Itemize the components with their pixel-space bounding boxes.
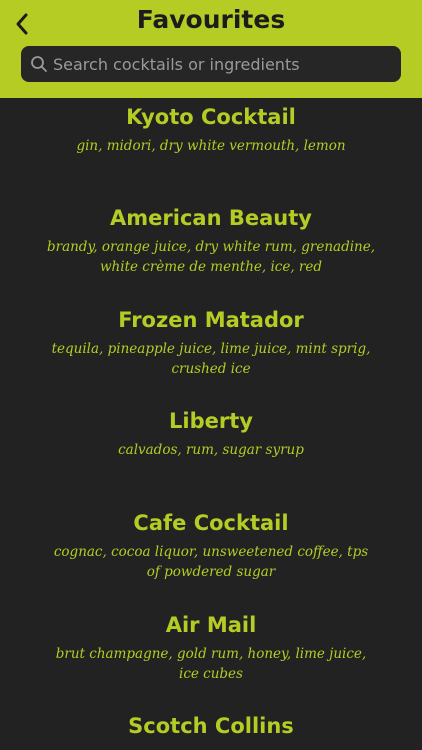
cocktail-ingredients: brandy, orange juice, dry white rum, gre… [46, 239, 376, 275]
search-input[interactable] [53, 49, 401, 79]
list-item[interactable]: Frozen Matador tequila, pineapple juice,… [0, 305, 422, 379]
cocktail-name: American Beauty [110, 206, 312, 230]
cocktail-ingredients: brut champagne, gold rum, honey, lime ju… [55, 646, 367, 682]
cocktail-ingredients: gin, midori, dry white vermouth, lemon [76, 138, 346, 154]
page-title: Favourites [136, 5, 286, 34]
search-bar[interactable] [21, 46, 401, 82]
cocktail-ingredients: tequila, pineapple juice, lime juice, mi… [51, 341, 371, 377]
search-icon [29, 54, 49, 74]
cocktail-list: Kyoto Cocktail gin, midori, dry white ve… [0, 98, 422, 750]
list-item[interactable]: Scotch Collins [0, 711, 422, 741]
cocktail-name: Scotch Collins [128, 714, 294, 738]
cocktail-ingredients: cognac, cocoa liquor, unsweetened coffee… [53, 544, 369, 580]
cocktail-name: Air Mail [165, 613, 257, 637]
list-item[interactable]: Kyoto Cocktail gin, midori, dry white ve… [0, 102, 422, 156]
list-item[interactable]: Liberty calvados, rum, sugar syrup [0, 406, 422, 460]
cocktail-ingredients: calvados, rum, sugar syrup [118, 442, 304, 458]
list-item[interactable]: Air Mail brut champagne, gold rum, honey… [0, 610, 422, 684]
cocktail-name: Liberty [169, 409, 253, 433]
list-item[interactable]: Cafe Cocktail cognac, cocoa liquor, unsw… [0, 508, 422, 582]
cocktail-name: Cafe Cocktail [133, 511, 289, 535]
header-bar: Favourites [0, 0, 422, 98]
cocktail-name: Kyoto Cocktail [126, 105, 296, 129]
cocktail-name: Frozen Matador [118, 308, 304, 332]
list-item[interactable]: American Beauty brandy, orange juice, dr… [0, 203, 422, 277]
